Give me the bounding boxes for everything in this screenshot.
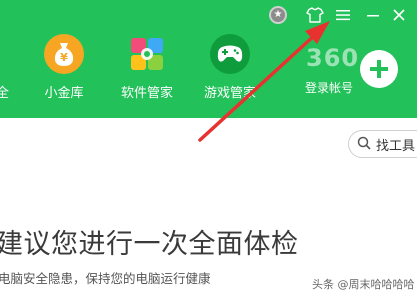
- minimize-icon[interactable]: [364, 6, 382, 24]
- find-tools-button[interactable]: 找工具: [348, 130, 417, 158]
- nav-item-software-manager[interactable]: 软件管家: [112, 34, 182, 104]
- nav-item-cut-label[interactable]: 全: [0, 82, 9, 101]
- nav-item-label: 游戏管家: [203, 86, 256, 101]
- hamburger-menu-icon[interactable]: [334, 6, 352, 24]
- gamepad-icon: [210, 34, 250, 74]
- software-manager-icon: [127, 34, 167, 74]
- nav-item-game-manager[interactable]: 游戏管家: [195, 34, 265, 104]
- svg-text:¥: ¥: [60, 51, 68, 64]
- brand-logo-360: 360: [306, 44, 360, 72]
- nav-item-label: 软件管家: [120, 86, 173, 101]
- page-subline: 电脑安全隐患，保持您的电脑运行健康: [0, 271, 211, 286]
- close-icon[interactable]: [390, 6, 408, 24]
- medal-icon[interactable]: ★: [268, 5, 288, 25]
- page-headline: 建议您进行一次全面体检: [0, 229, 299, 260]
- nav-item-gold-vault[interactable]: ¥ 小金库: [29, 34, 99, 104]
- login-account-link[interactable]: 登录帐号: [305, 79, 353, 96]
- tshirt-icon[interactable]: [306, 6, 324, 24]
- nav-item-label: 小金库: [44, 86, 84, 101]
- find-tools-label: 找工具: [376, 138, 416, 154]
- top-banner: ★ 全 ¥ 小金库 软件管家 游戏管家 360 登录帐号: [0, 0, 417, 118]
- gold-coin-bag-icon: ¥: [44, 34, 84, 74]
- watermark: 头条 @周末哈哈哈哈: [312, 278, 415, 291]
- plus-icon[interactable]: [360, 50, 398, 88]
- search-icon: [357, 135, 371, 154]
